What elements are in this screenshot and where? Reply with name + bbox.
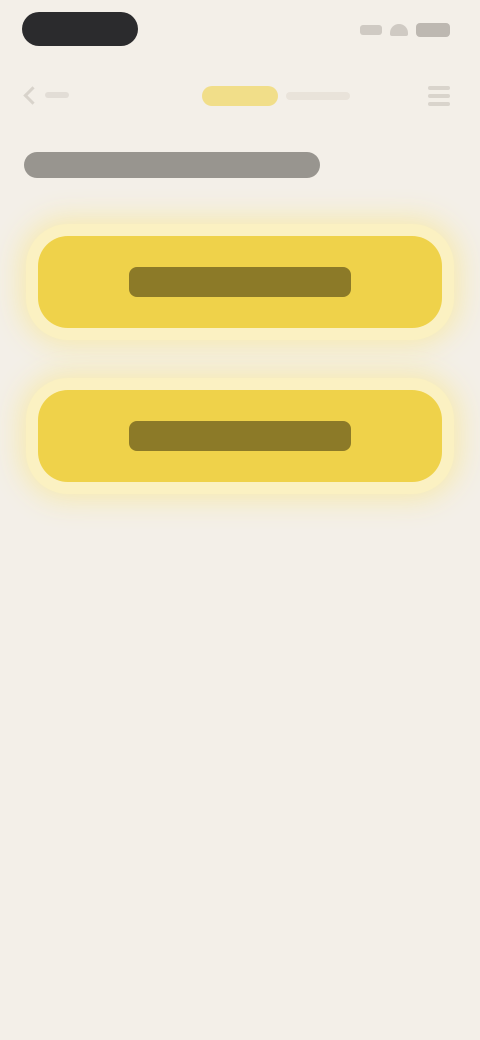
choice-button-secondary[interactable] bbox=[38, 390, 442, 482]
choice-button-label bbox=[129, 267, 351, 297]
back-icon[interactable] bbox=[23, 84, 70, 106]
choice-button-primary[interactable] bbox=[38, 236, 442, 328]
header-subtitle-placeholder bbox=[286, 92, 350, 100]
page-title-placeholder bbox=[24, 152, 320, 178]
choice-button-label bbox=[129, 421, 351, 451]
status-icons bbox=[360, 20, 450, 40]
battery-icon bbox=[416, 23, 450, 37]
status-time bbox=[22, 12, 138, 46]
header-brand-label bbox=[202, 86, 278, 106]
menu-icon[interactable] bbox=[428, 86, 450, 106]
signal-icon bbox=[360, 25, 382, 35]
wifi-icon bbox=[390, 24, 408, 36]
status-bar bbox=[0, 0, 480, 60]
